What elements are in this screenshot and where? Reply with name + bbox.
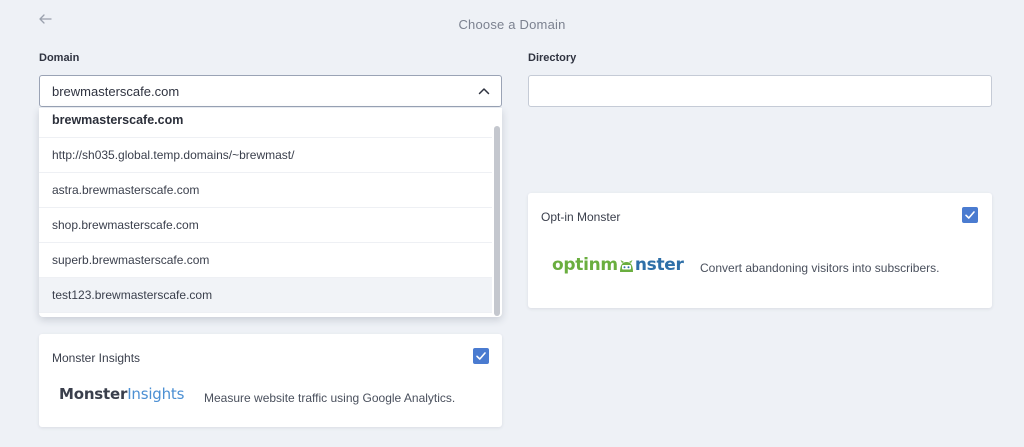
- dropdown-option[interactable]: superb.brewmasterscafe.com: [39, 243, 492, 278]
- page-title: Choose a Domain: [458, 17, 566, 32]
- directory-input[interactable]: [528, 75, 992, 107]
- directory-label: Directory: [528, 52, 577, 64]
- dropdown-option[interactable]: test123.brewmasterscafe.com: [39, 278, 492, 313]
- dropdown-scrollbar[interactable]: [494, 126, 500, 316]
- monster-insights-checkbox[interactable]: [473, 348, 489, 364]
- plugin-title: Opt-in Monster: [541, 210, 621, 224]
- dropdown-option[interactable]: brewmasterscafe.com: [39, 108, 492, 138]
- logo-text: Insights: [127, 385, 185, 403]
- dropdown-option[interactable]: astra.brewmasterscafe.com: [39, 173, 492, 208]
- plugin-card-optin-monster: Opt-in Monster optinm nster Convert aban…: [528, 193, 992, 308]
- checkmark-icon: [965, 211, 975, 219]
- logo-text: Monster: [59, 385, 128, 403]
- dropdown-option[interactable]: shop.brewmasterscafe.com: [39, 208, 492, 243]
- plugin-card-monster-insights: Monster Insights MonsterInsights Measure…: [39, 334, 502, 427]
- logo-text: nster: [634, 255, 684, 275]
- chevron-up-icon: [477, 84, 491, 98]
- domain-select[interactable]: brewmasterscafe.com: [39, 75, 502, 107]
- plugin-description: Measure website traffic using Google Ana…: [204, 391, 456, 405]
- monster-insights-logo: MonsterInsights: [59, 385, 184, 403]
- checkmark-icon: [476, 352, 486, 360]
- plugin-title: Monster Insights: [52, 351, 141, 365]
- monster-head-icon: [619, 259, 634, 274]
- optin-monster-logo: optinm nster: [552, 255, 684, 275]
- plugin-description: Convert abandoning visitors into subscri…: [700, 261, 940, 275]
- domain-select-value: brewmasterscafe.com: [52, 83, 180, 99]
- domain-dropdown-list: brewmasterscafe.com http://sh035.global.…: [39, 108, 502, 317]
- optin-monster-checkbox[interactable]: [962, 207, 978, 223]
- logo-text: optinm: [552, 255, 618, 275]
- domain-label: Domain: [39, 52, 80, 64]
- dropdown-option[interactable]: http://sh035.global.temp.domains/~brewma…: [39, 138, 492, 173]
